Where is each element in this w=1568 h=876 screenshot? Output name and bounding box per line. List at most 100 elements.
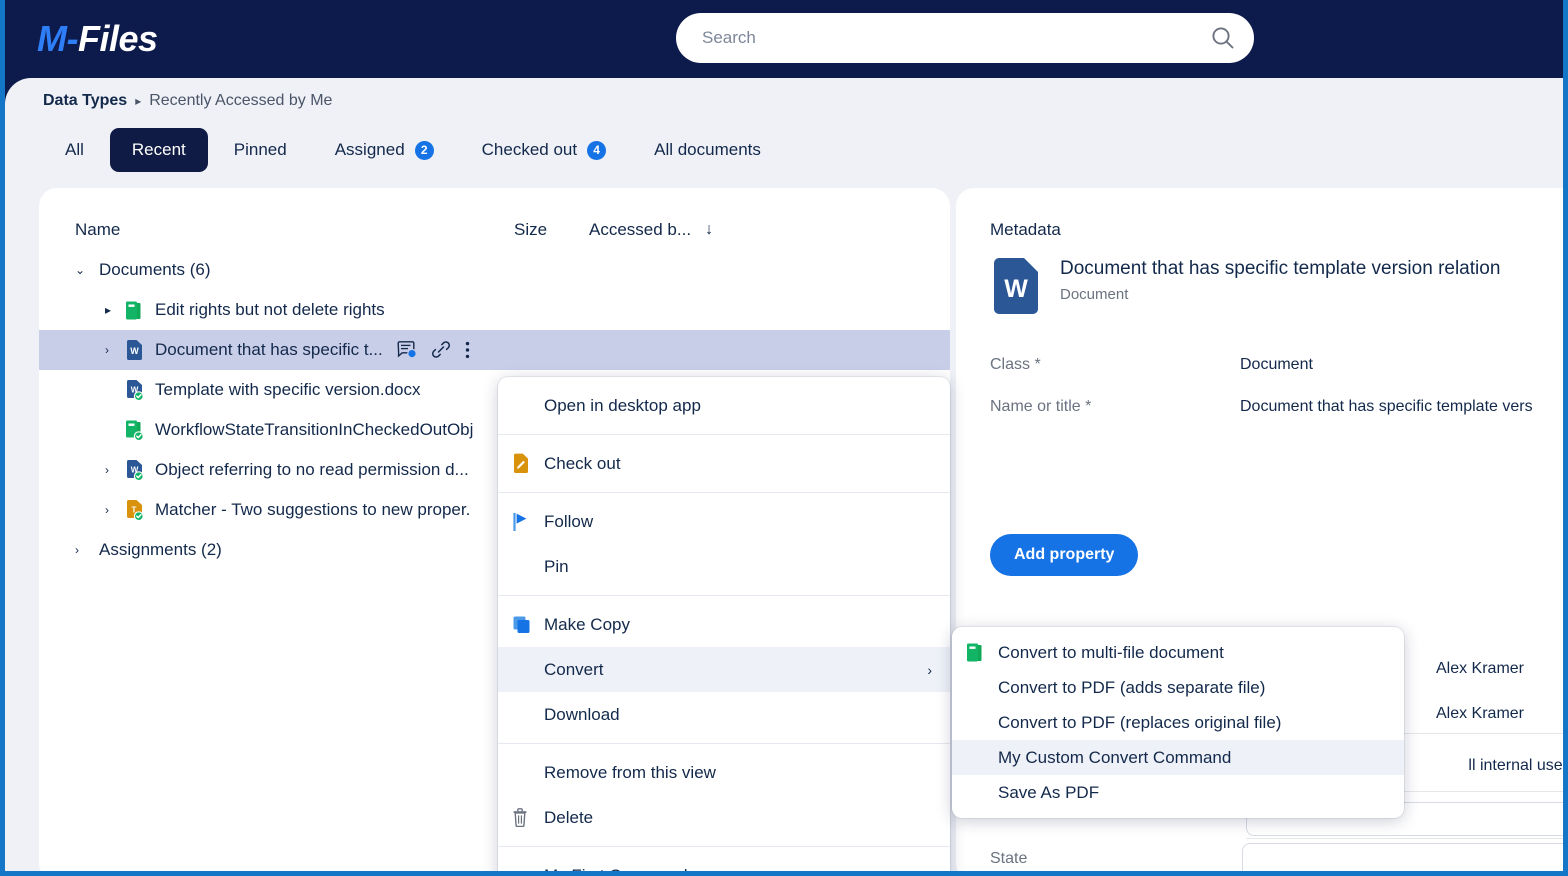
column-header-name[interactable]: Name (75, 220, 120, 240)
logo-letter-m: M (37, 18, 67, 59)
menu-item-label: Download (544, 704, 620, 724)
menu-item-label: Follow (544, 511, 594, 531)
multifile-green-icon (966, 643, 998, 662)
breadcrumb-separator-icon: ▸ (135, 94, 142, 108)
svg-text:W: W (130, 346, 139, 356)
copy-icon (512, 615, 544, 635)
mfiles-logo[interactable]: M-Files (37, 21, 158, 57)
menu-item-download[interactable]: Download (498, 692, 950, 737)
menu-separator (498, 434, 950, 435)
menu-item-my-first-command[interactable]: My First Command (498, 853, 950, 872)
metadata-property-value: Document (1240, 356, 1313, 373)
chevron-down-icon[interactable]: ⌄ (75, 263, 95, 277)
tab-all-documents-label: All documents (654, 140, 761, 159)
convert-submenu: Convert to multi-file document Convert t… (952, 627, 1404, 818)
metadata-doc-name: Document that has specific template vers… (1060, 258, 1501, 279)
menu-item-delete[interactable]: Delete (498, 795, 950, 840)
logo-word-files: Files (78, 18, 158, 59)
chevron-right-icon[interactable]: ▸ (105, 303, 125, 317)
add-property-button[interactable]: Add property (990, 534, 1139, 576)
menu-separator (498, 846, 950, 847)
list-item-selected[interactable]: › W Document that has specific t... (39, 330, 950, 370)
template-orange-check-icon: T (125, 499, 151, 521)
list-item-label: Document that has specific t... (155, 340, 383, 359)
breadcrumb-root[interactable]: Data Types (43, 92, 127, 110)
menu-item-check-out[interactable]: Check out (498, 441, 950, 486)
menu-item-pin[interactable]: Pin (498, 544, 950, 589)
checkout-pencil-icon (512, 453, 544, 474)
chevron-right-icon[interactable]: › (105, 463, 125, 477)
tab-recent-label: Recent (131, 140, 186, 159)
tab-all-documents[interactable]: All documents (632, 128, 783, 172)
menu-separator (498, 595, 950, 596)
submenu-item-label: My Custom Convert Command (998, 747, 1232, 767)
metadata-property-class[interactable]: Class * Document (990, 356, 1563, 374)
metadata-document-header: W Document that has specific template ve… (990, 258, 1500, 314)
menu-item-label: Make Copy (544, 614, 630, 634)
metadata-hidden-value-1: Alex Kramer (1435, 660, 1524, 677)
metadata-divider (1246, 838, 1563, 839)
search-input[interactable] (702, 28, 1210, 48)
search-icon[interactable] (1210, 25, 1236, 51)
column-header-accessed-by[interactable]: Accessed b... ↓ (589, 220, 713, 240)
tab-recent[interactable]: Recent (109, 128, 208, 172)
list-item[interactable]: ▸ Edit rights but not delete rights (39, 290, 950, 330)
flag-icon (512, 512, 544, 532)
tab-assigned-badge: 2 (414, 140, 434, 160)
search-bar[interactable] (676, 13, 1254, 63)
tab-pinned[interactable]: Pinned (212, 128, 309, 172)
chevron-right-icon[interactable]: › (105, 343, 125, 357)
submenu-item-save-as-pdf[interactable]: Save As PDF (952, 775, 1404, 810)
tab-pinned-label: Pinned (233, 140, 287, 159)
word-doc-icon: W (990, 258, 1042, 314)
metadata-doc-text: Document that has specific template vers… (1060, 258, 1500, 303)
logo-dash: - (66, 18, 79, 59)
comment-badge-icon[interactable] (397, 341, 417, 359)
list-item-label: Edit rights but not delete rights (155, 300, 385, 319)
metadata-hidden-value-2: Alex Kramer (1435, 705, 1524, 722)
menu-separator (498, 492, 950, 493)
tab-checked-out[interactable]: Checked out 4 (460, 128, 628, 172)
sort-descending-icon[interactable]: ↓ (705, 221, 713, 239)
word-blue-icon: W (125, 340, 151, 360)
column-header-accessed-by-label: Accessed b... (589, 220, 692, 239)
submenu-item-convert-to-multi-file-document[interactable]: Convert to multi-file document (952, 635, 1404, 670)
chevron-right-icon[interactable]: › (105, 503, 125, 517)
chevron-right-icon[interactable]: › (75, 543, 95, 557)
breadcrumb-current[interactable]: Recently Accessed by Me (149, 92, 332, 110)
menu-item-remove-from-this-view[interactable]: Remove from this view (498, 750, 950, 795)
metadata-state-input[interactable] (1242, 843, 1563, 871)
top-header-bar: M-Files (5, 0, 1563, 78)
menu-item-convert[interactable]: Convert › (498, 647, 950, 692)
submenu-item-label: Convert to multi-file document (998, 642, 1224, 662)
metadata-hidden-value-3: ll internal users (1468, 757, 1563, 774)
more-vertical-icon[interactable] (465, 341, 470, 359)
menu-item-follow[interactable]: Follow (498, 499, 950, 544)
metadata-doc-class: Document (1060, 286, 1129, 303)
metadata-title: Metadata (990, 220, 1061, 239)
menu-item-make-copy[interactable]: Make Copy (498, 602, 950, 647)
tab-all-label: All (65, 140, 84, 159)
submenu-item-convert-to-pdf-replaces-original-file[interactable]: Convert to PDF (replaces original file) (952, 705, 1404, 740)
submenu-item-label: Convert to PDF (replaces original file) (998, 712, 1282, 732)
metadata-property-name-or-title[interactable]: Name or title * Document that has specif… (990, 398, 1563, 416)
word-check-icon: W (125, 459, 151, 481)
submenu-item-my-custom-convert-command[interactable]: My Custom Convert Command (952, 740, 1404, 775)
menu-item-label: Open in desktop app (544, 395, 701, 415)
tab-assigned[interactable]: Assigned 2 (313, 128, 456, 172)
list-item-label: WorkflowStateTransitionInCheckedOutObj (155, 420, 474, 439)
tab-checked-out-badge: 4 (587, 140, 607, 160)
multifile-check-icon (125, 420, 151, 441)
link-icon[interactable] (431, 341, 451, 359)
list-group-label: Documents (6) (99, 260, 211, 279)
list-group-documents[interactable]: ⌄ Documents (6) (39, 250, 950, 290)
menu-item-open-in-desktop-app[interactable]: Open in desktop app (498, 383, 950, 428)
submenu-item-convert-to-pdf-adds-separate-file[interactable]: Convert to PDF (adds separate file) (952, 670, 1404, 705)
menu-item-label: Check out (544, 453, 621, 473)
tab-all[interactable]: All (43, 128, 106, 172)
metadata-property-value: Document that has specific template vers (1240, 398, 1533, 415)
menu-item-label: Pin (544, 556, 569, 576)
multifile-green-icon (125, 301, 151, 320)
submenu-item-label: Save As PDF (998, 782, 1100, 802)
column-header-size[interactable]: Size (514, 220, 547, 240)
